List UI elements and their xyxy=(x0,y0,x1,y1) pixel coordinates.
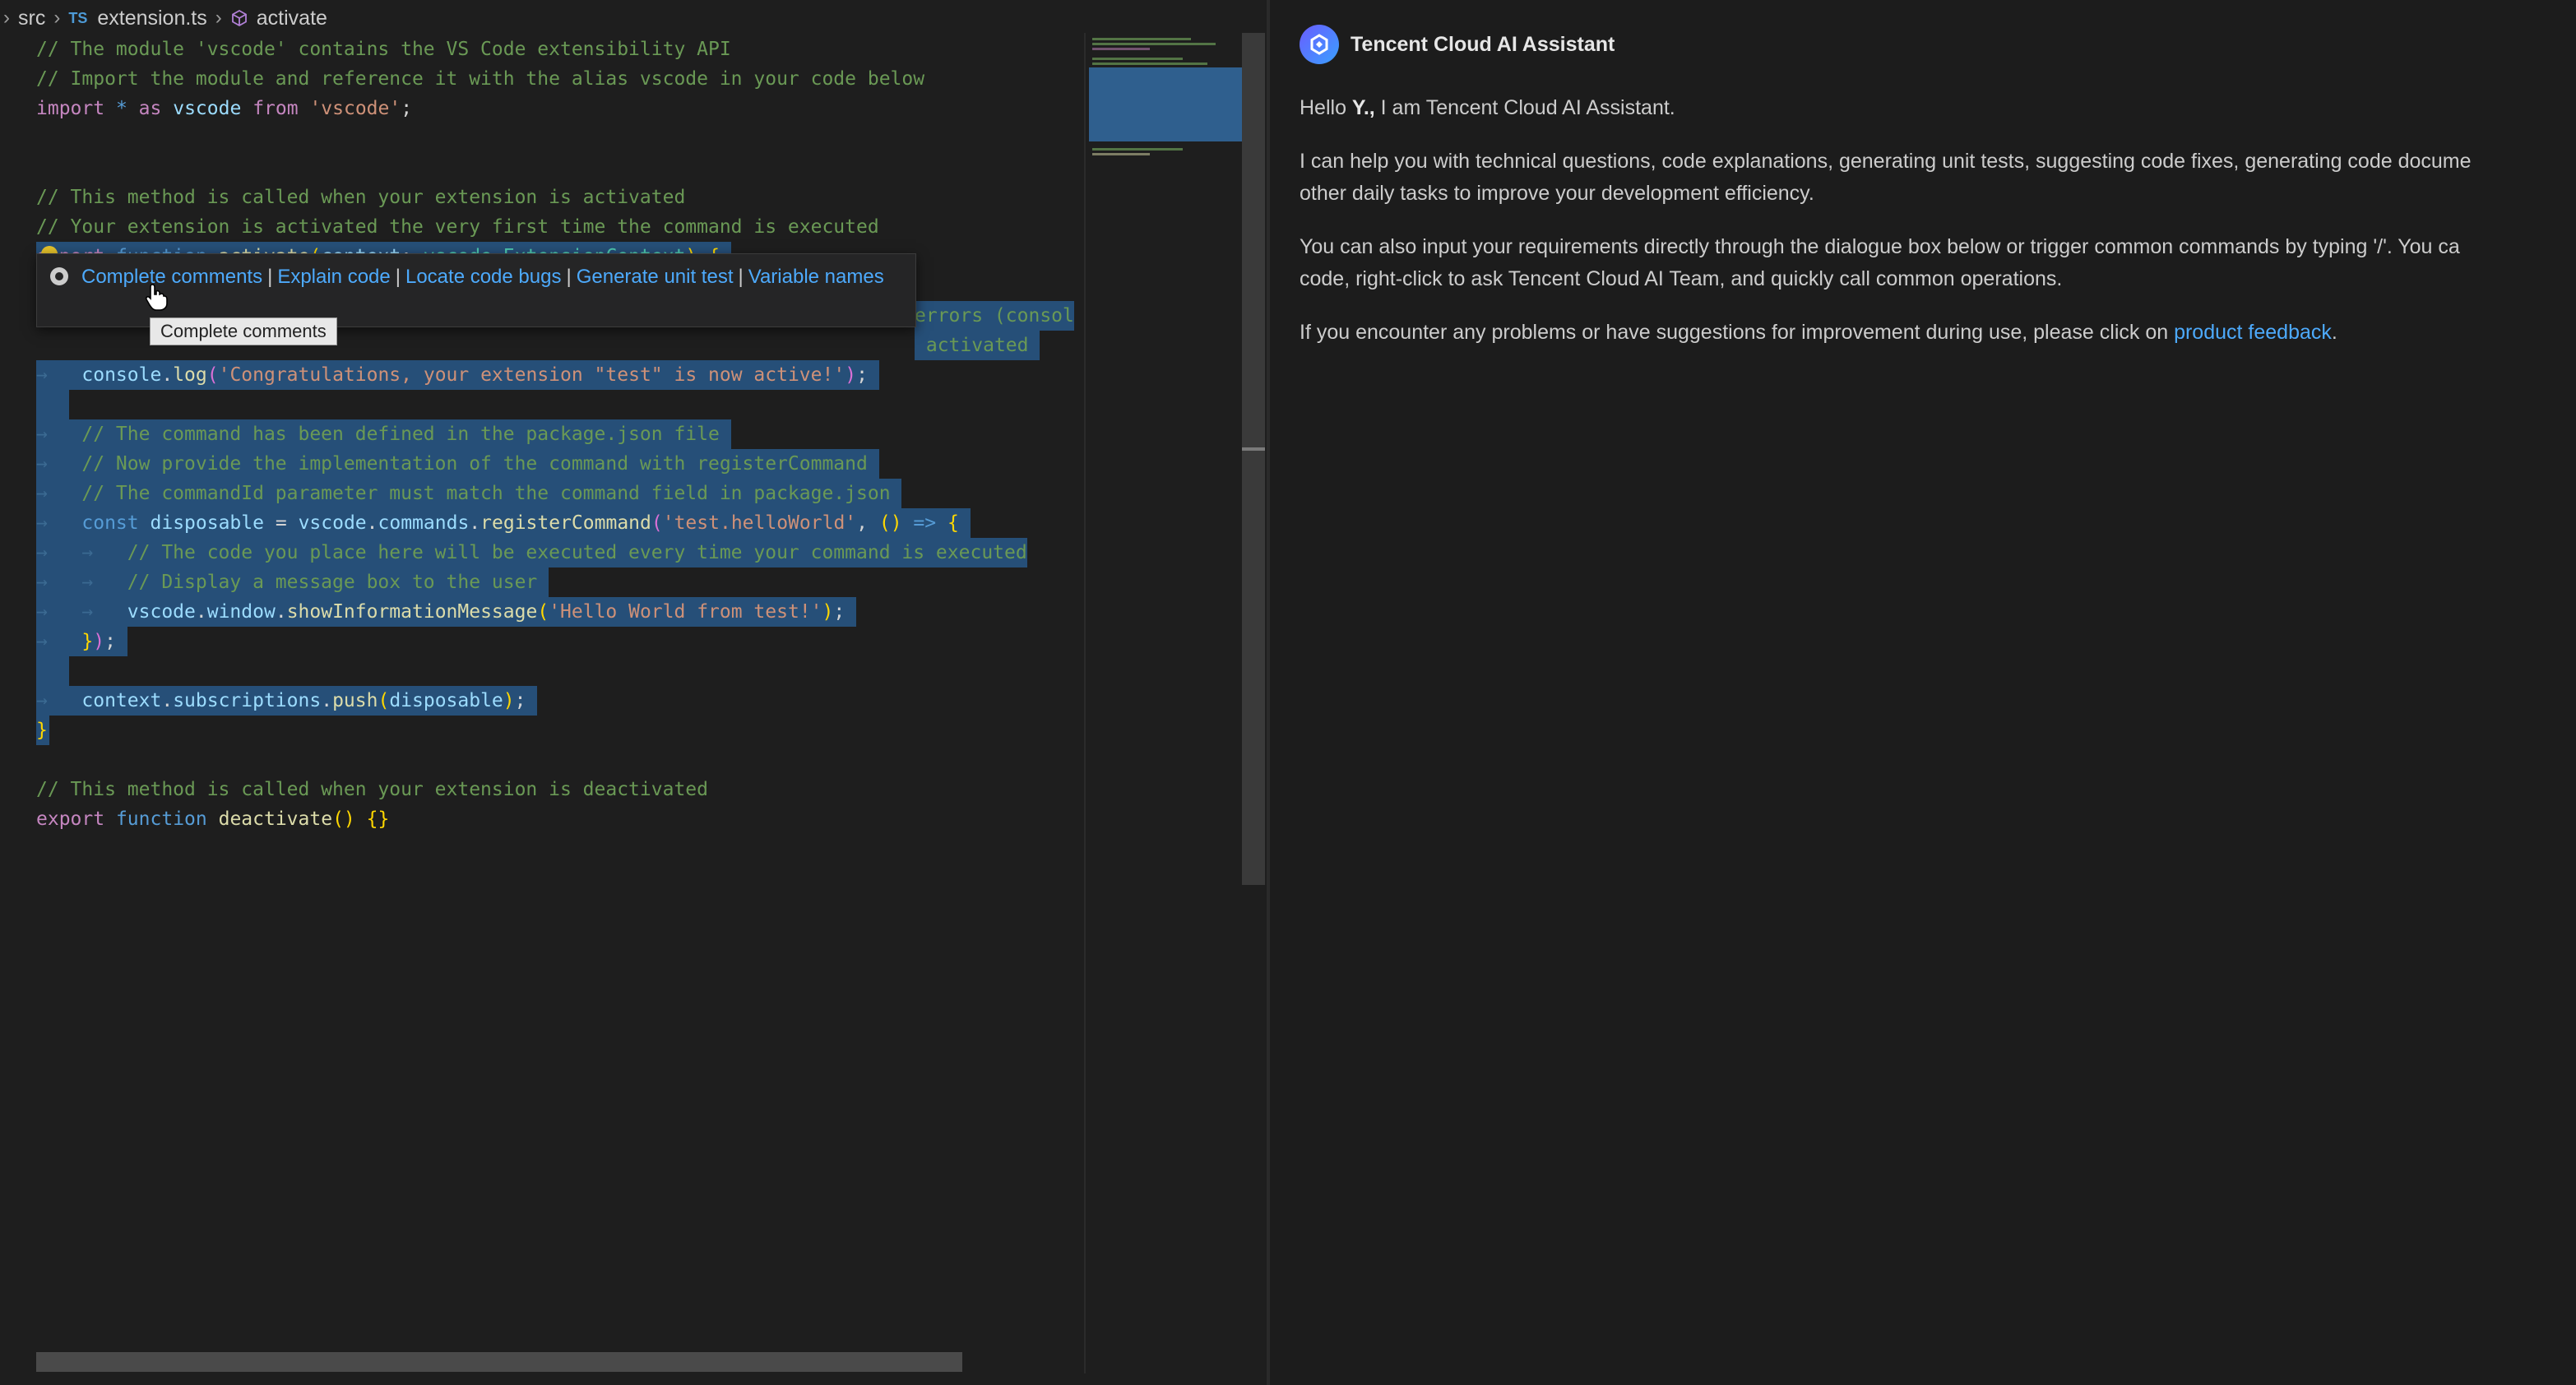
code-line-selected: → // The commandId parameter must match … xyxy=(36,479,902,508)
chevron-right-icon: › xyxy=(3,7,10,29)
code-line-selected: → → vscode.window.showInformationMessage… xyxy=(36,597,857,627)
ai-panel-header: Tencent Cloud AI Assistant xyxy=(1300,25,1615,64)
code-area[interactable]: // The module 'vscode' contains the VS C… xyxy=(0,35,1084,1359)
locate-code-bugs-action[interactable]: Locate code bugs xyxy=(405,266,561,288)
code-line-selected: errors (consol xyxy=(915,301,1074,331)
code-line: export function deactivate() {} xyxy=(36,808,390,830)
minimap[interactable] xyxy=(1084,33,1244,1373)
breadcrumb: › src › TS extension.ts › activate xyxy=(0,0,1245,36)
code-line-selected xyxy=(36,656,69,686)
chevron-right-icon: › xyxy=(215,7,222,29)
explain-code-action[interactable]: Explain code xyxy=(277,266,390,288)
scroll-position-marker xyxy=(1242,447,1265,451)
code-line: // This method is called when your exten… xyxy=(36,183,685,212)
complete-comments-action[interactable]: Complete comments xyxy=(81,266,262,288)
code-line: // The module 'vscode' contains the VS C… xyxy=(36,35,731,64)
horizontal-scrollbar[interactable] xyxy=(36,1352,962,1372)
code-line-selected: → const disposable = vscode.commands.reg… xyxy=(36,508,971,538)
code-line: // Your extension is activated the very … xyxy=(36,212,879,242)
code-line-selected: → → // The code you place here will be e… xyxy=(36,538,1027,567)
comment-text: // This method is called when your exten… xyxy=(36,187,686,208)
code-line-selected: } xyxy=(36,716,49,745)
code-line-selected: → console.log('Congratulations, your ext… xyxy=(36,360,879,390)
breadcrumb-symbol[interactable]: activate xyxy=(257,7,327,30)
breadcrumb-file[interactable]: extension.ts xyxy=(97,7,206,30)
code-line-selected xyxy=(36,390,69,419)
ai-assistant-logo-icon xyxy=(1300,25,1339,64)
comment-text: // Your extension is activated the very … xyxy=(36,216,879,238)
code-line-selected: activated xyxy=(915,331,1040,360)
vertical-scrollbar[interactable] xyxy=(1242,33,1265,885)
code-line-selected: → // Now provide the implementation of t… xyxy=(36,449,879,479)
code-editor[interactable]: › src › TS extension.ts › activate // Th… xyxy=(0,0,1267,1385)
comment-text: // The module 'vscode' contains the VS C… xyxy=(36,39,731,60)
generate-unit-test-action[interactable]: Generate unit test xyxy=(577,266,734,288)
intro-paragraph: I can help you with technical questions,… xyxy=(1300,150,2472,205)
tooltip: Complete comments xyxy=(150,317,337,345)
greeting-message: Hello Y., I am Tencent Cloud AI Assistan… xyxy=(1300,96,1675,119)
feedback-paragraph: If you encounter any problems or have su… xyxy=(1300,321,2337,344)
comment-text: // Import the module and reference it wi… xyxy=(36,68,925,90)
commands-paragraph: You can also input your requirements dir… xyxy=(1300,235,2460,290)
code-line: // Import the module and reference it wi… xyxy=(36,64,924,94)
code-line-selected: → context.subscriptions.push(disposable)… xyxy=(36,686,538,716)
code-line-selected: → }); xyxy=(36,627,127,656)
code-line: import * as vscode from 'vscode'; xyxy=(36,98,413,119)
chevron-right-icon: › xyxy=(53,7,61,29)
code-line: // This method is called when your exten… xyxy=(36,779,708,800)
code-line-selected: → → // Display a message box to the user xyxy=(36,567,549,597)
hand-cursor-icon xyxy=(145,284,168,311)
breadcrumb-folder[interactable]: src xyxy=(18,7,45,30)
ai-assistant-panel: Tencent Cloud AI Assistant Hello Y., I a… xyxy=(1270,0,2576,1385)
ai-panel-title: Tencent Cloud AI Assistant xyxy=(1351,32,1615,56)
code-line-selected: → // The command has been defined in the… xyxy=(36,419,731,449)
typescript-file-icon: TS xyxy=(68,9,88,26)
action-gear-icon xyxy=(50,267,68,285)
product-feedback-link[interactable]: product feedback xyxy=(2174,321,2332,344)
variable-names-action[interactable]: Variable names xyxy=(748,266,884,288)
symbol-method-icon xyxy=(230,9,248,27)
